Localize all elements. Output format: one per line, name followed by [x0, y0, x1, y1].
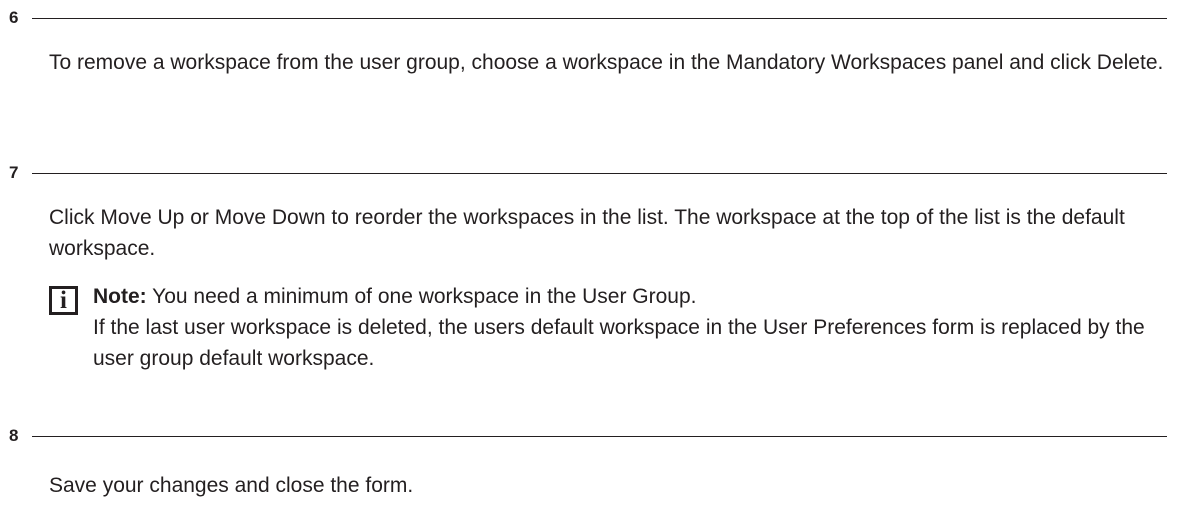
step-7: 7 Click Move Up or Move Down to reorder …: [0, 162, 1181, 370]
step-number: 8: [9, 426, 19, 445]
step-number: 6: [9, 8, 19, 27]
step-text: To remove a workspace from the user grou…: [49, 51, 1164, 74]
step-divider: [32, 173, 1167, 174]
step-number: 7: [9, 163, 19, 182]
step-6: 6 To remove a workspace from the user gr…: [0, 7, 1181, 74]
step-divider: [32, 436, 1167, 437]
step-text: Click Move Up or Move Down to reorder th…: [49, 206, 1125, 260]
note-text: Note: You need a minimum of one workspac…: [93, 281, 1169, 374]
note-label: Note:: [93, 285, 147, 308]
note-line-1: You need a minimum of one workspace in t…: [152, 285, 697, 308]
note-box: i Note: You need a minimum of one worksp…: [49, 281, 1169, 376]
info-icon: i: [49, 286, 78, 315]
step-divider: [32, 18, 1167, 19]
step-header: 8: [0, 425, 1181, 447]
step-text: Save your changes and close the form.: [49, 474, 414, 497]
step-header: 7: [0, 162, 1181, 184]
step-header: 6: [0, 7, 1181, 29]
note-line-2: If the last user workspace is deleted, t…: [93, 316, 1145, 370]
step-8: 8 Save your changes and close the form.: [0, 425, 1181, 497]
